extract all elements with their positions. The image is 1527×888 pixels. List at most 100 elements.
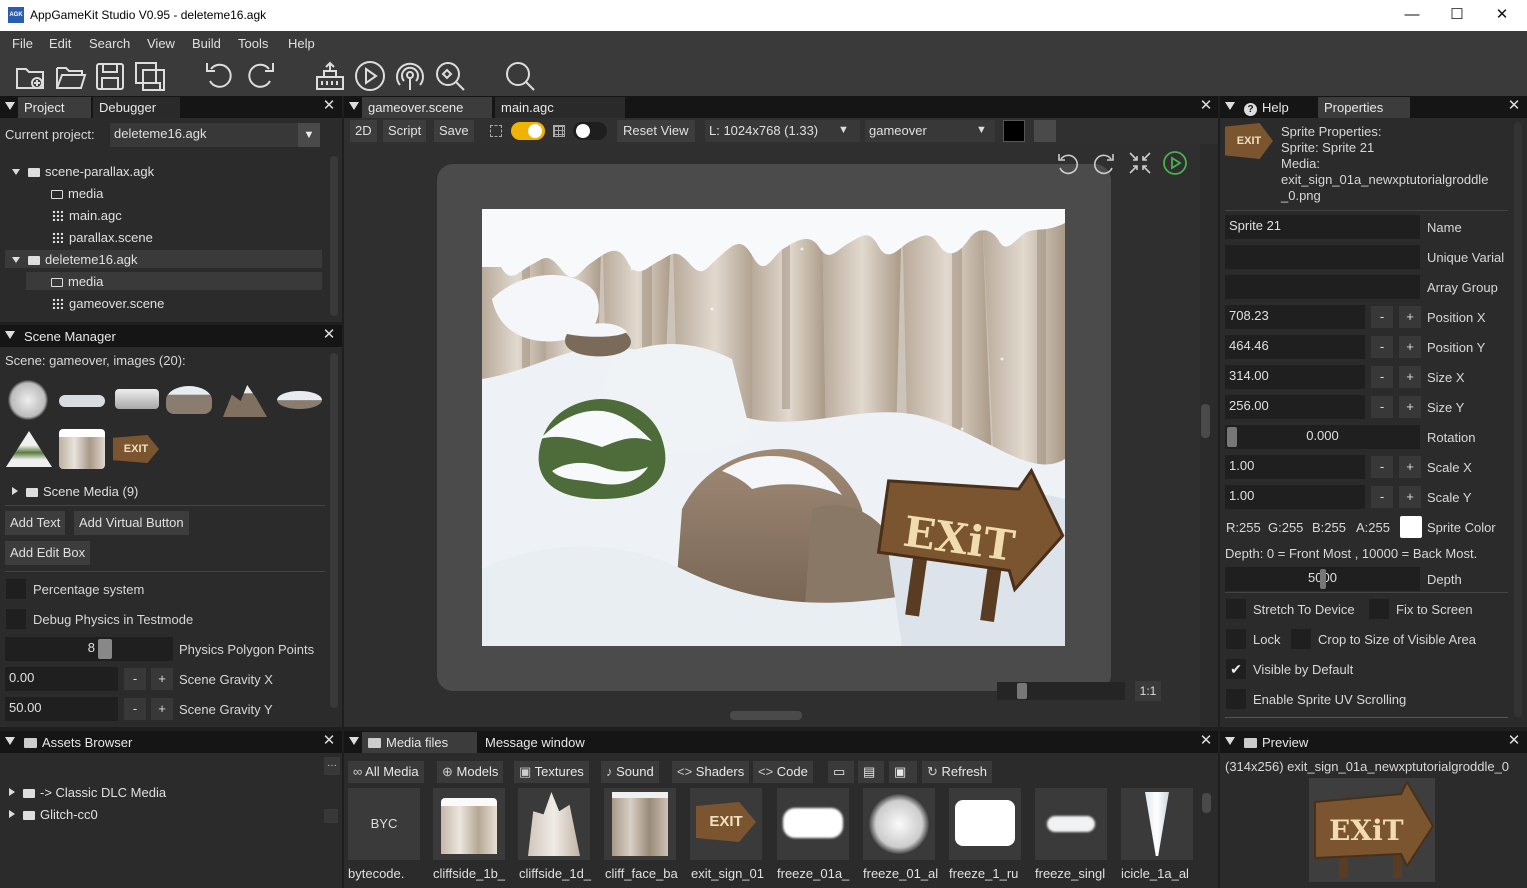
increment-button[interactable]: + (1399, 486, 1421, 508)
scale-y-input[interactable]: 1.00 (1225, 485, 1365, 509)
name-input[interactable]: Sprite 21 (1225, 215, 1420, 239)
filter-all-media[interactable]: ∞ All Media (348, 761, 424, 783)
grid-toggle[interactable] (573, 122, 607, 140)
add-virtual-button-button[interactable]: Add Virtual Button (74, 511, 189, 535)
menu-build[interactable]: Build (192, 36, 221, 51)
scrollbar[interactable] (330, 156, 338, 316)
menu-tools[interactable]: Tools (238, 36, 268, 51)
size-x-input[interactable]: 314.00 (1225, 365, 1365, 389)
close-icon[interactable]: ✕ (321, 733, 337, 749)
visible-checkbox[interactable]: ✔ (1226, 659, 1246, 679)
panel-menu-icon[interactable] (349, 102, 359, 110)
position-x-input[interactable]: 708.23 (1225, 305, 1365, 329)
view-detail-icon[interactable]: ▤ (858, 761, 884, 783)
debug-icon[interactable] (433, 59, 467, 93)
position-y-input[interactable]: 464.46 (1225, 335, 1365, 359)
decrement-button[interactable]: - (1371, 396, 1393, 418)
slider-handle[interactable] (1320, 569, 1326, 589)
menu-view[interactable]: View (147, 36, 175, 51)
horizontal-scrollbar[interactable] (730, 711, 802, 720)
panel-menu-icon[interactable] (349, 737, 359, 745)
media-thumb[interactable] (1035, 788, 1107, 860)
scrollbar[interactable] (1202, 793, 1211, 813)
view-list-icon[interactable]: ▭ (828, 761, 854, 783)
tab-debugger[interactable]: Debugger (93, 97, 180, 118)
close-icon[interactable]: ✕ (1506, 98, 1522, 114)
mode-2d-button[interactable]: 2D (350, 120, 377, 142)
filter-sound[interactable]: ♪ Sound (601, 761, 659, 783)
tab-media-files[interactable]: Media files (362, 732, 477, 753)
zoom-slider[interactable] (997, 682, 1125, 700)
new-project-icon[interactable] (13, 59, 47, 93)
color-swatch[interactable] (1034, 120, 1056, 142)
tree-item[interactable]: parallax.scene (52, 230, 153, 245)
decrement-button[interactable]: - (1371, 306, 1393, 328)
media-thumb[interactable] (604, 788, 676, 860)
add-text-button[interactable]: Add Text (5, 511, 66, 535)
media-thumb[interactable] (433, 788, 505, 860)
close-icon[interactable]: ✕ (1198, 733, 1214, 749)
save-all-icon[interactable] (133, 59, 167, 93)
chevron-down-icon[interactable]: ▼ (976, 124, 987, 136)
media-thumb[interactable]: EXIT (690, 788, 762, 860)
fit-view-icon[interactable] (1127, 150, 1153, 176)
tree-item[interactable]: media (51, 274, 103, 289)
color-a[interactable]: A:255 (1356, 520, 1390, 535)
fix-screen-checkbox[interactable] (1369, 599, 1389, 619)
scene-image[interactable] (6, 431, 52, 467)
increment-button[interactable]: + (151, 698, 173, 720)
background-color-swatch[interactable] (1003, 120, 1025, 142)
tab-gameover-scene[interactable]: gameover.scene (362, 97, 492, 118)
media-thumb[interactable] (949, 788, 1021, 860)
scene-image[interactable] (223, 385, 267, 417)
chevron-down-icon[interactable]: ▼ (298, 123, 320, 147)
add-edit-box-button[interactable]: Add Edit Box (5, 541, 91, 565)
filter-shaders[interactable]: <> Shaders (672, 761, 750, 783)
scrollbar[interactable] (330, 353, 338, 708)
media-thumb[interactable] (1121, 788, 1193, 860)
tab-project[interactable]: Project (18, 97, 91, 118)
close-icon[interactable]: ✕ (1198, 98, 1214, 114)
array-group-input[interactable] (1225, 275, 1420, 299)
scene-image[interactable] (59, 429, 105, 469)
media-thumb[interactable]: BYC (348, 788, 420, 860)
tree-item[interactable]: deleteme16.agk (12, 252, 138, 267)
color-b[interactable]: B:255 (1312, 520, 1346, 535)
resolution-select[interactable]: L: 1024x768 (1.33) (705, 120, 860, 142)
tree-item[interactable]: gameover.scene (52, 296, 164, 311)
tab-properties[interactable]: Properties (1318, 97, 1410, 118)
panel-menu-icon[interactable] (5, 102, 15, 110)
tree-item[interactable]: main.agc (52, 208, 122, 223)
physics-points-slider[interactable]: 8 (5, 637, 173, 661)
current-project-select[interactable]: deleteme16.agk (110, 123, 320, 147)
build-icon[interactable] (313, 59, 347, 93)
grid-icon[interactable] (553, 125, 565, 137)
snap-icon[interactable] (490, 125, 502, 137)
scene-image[interactable] (115, 389, 159, 409)
tree-item[interactable]: media (51, 186, 103, 201)
increment-button[interactable]: + (1399, 396, 1421, 418)
media-thumb[interactable] (777, 788, 849, 860)
rotate-left-icon[interactable] (1056, 151, 1080, 175)
save-scene-button[interactable]: Save (434, 120, 474, 142)
lock-checkbox[interactable] (1226, 629, 1246, 649)
uv-scrolling-checkbox[interactable] (1226, 689, 1246, 709)
increment-button[interactable]: + (1399, 306, 1421, 328)
broadcast-icon[interactable] (393, 59, 427, 93)
menu-search[interactable]: Search (89, 36, 130, 51)
filter-code[interactable]: <> Code (753, 761, 813, 783)
scene-image[interactable] (59, 395, 105, 407)
chevron-down-icon[interactable]: ▼ (838, 124, 849, 136)
scale-x-input[interactable]: 1.00 (1225, 455, 1365, 479)
media-thumb[interactable] (863, 788, 935, 860)
tab-message-window[interactable]: Message window (479, 732, 597, 753)
panel-menu-icon[interactable] (1225, 102, 1235, 110)
gravity-x-input[interactable]: 0.00 (5, 667, 118, 691)
color-g[interactable]: G:255 (1268, 520, 1303, 535)
gravity-y-input[interactable]: 50.00 (5, 697, 118, 721)
decrement-button[interactable]: - (1371, 486, 1393, 508)
filter-models[interactable]: ⊕ Models (437, 761, 504, 783)
size-y-input[interactable]: 256.00 (1225, 395, 1365, 419)
scrollbar[interactable] (324, 809, 338, 823)
snap-toggle[interactable] (511, 122, 545, 140)
